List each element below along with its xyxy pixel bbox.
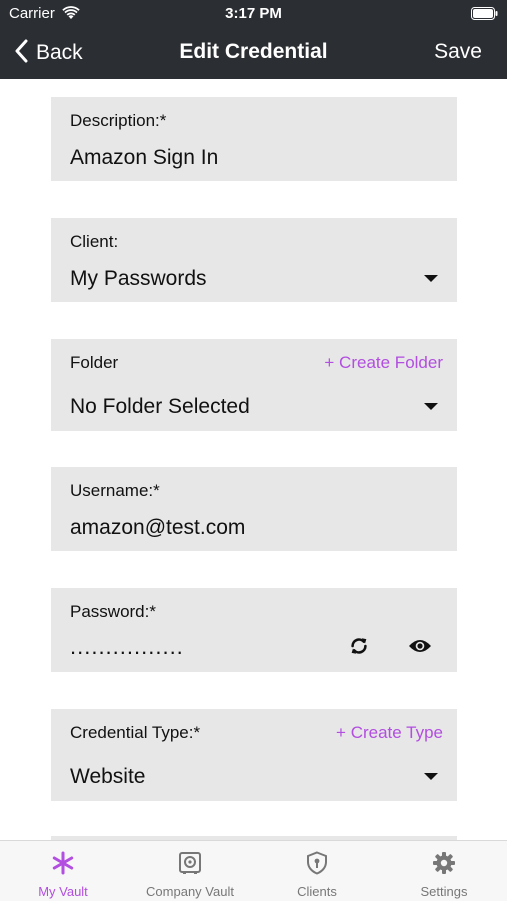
- tab-settings[interactable]: Settings: [381, 841, 507, 901]
- password-field[interactable]: Password:* ................: [51, 588, 457, 672]
- tab-clients-label: Clients: [297, 884, 337, 899]
- tab-my-vault-label: My Vault: [38, 884, 88, 899]
- username-value[interactable]: amazon@test.com: [70, 516, 245, 540]
- back-label: Back: [36, 41, 83, 64]
- description-label: Description:*: [70, 111, 167, 130]
- caret-down-icon[interactable]: [424, 773, 438, 780]
- save-button[interactable]: Save: [434, 40, 482, 64]
- navigation-bar: Back Edit Credential Save: [0, 28, 507, 79]
- asterisk-icon: [51, 851, 75, 880]
- create-type-link[interactable]: + Create Type: [336, 723, 443, 743]
- tab-company-vault-label: Company Vault: [146, 884, 234, 899]
- password-value[interactable]: ................: [70, 634, 184, 660]
- username-field[interactable]: Username:* amazon@test.com: [51, 467, 457, 551]
- password-label: Password:*: [70, 602, 156, 621]
- caret-down-icon[interactable]: [424, 275, 438, 282]
- folder-label: Folder: [70, 353, 119, 372]
- client-label: Client:: [70, 232, 119, 251]
- chevron-left-icon: [14, 39, 28, 68]
- shield-lock-icon: [305, 851, 329, 880]
- eye-icon[interactable]: [408, 637, 432, 660]
- gear-icon: [432, 851, 456, 880]
- caret-down-icon[interactable]: [424, 403, 438, 410]
- clock: 3:17 PM: [225, 5, 282, 22]
- tab-clients[interactable]: Clients: [254, 841, 380, 901]
- tab-settings-label: Settings: [420, 884, 468, 899]
- credential-type-select[interactable]: Credential Type:* + Create Type Website: [51, 709, 457, 801]
- battery-icon: [471, 7, 498, 20]
- client-select[interactable]: Client: My Passwords: [51, 218, 457, 302]
- back-button[interactable]: Back: [14, 38, 83, 68]
- vault-icon: [178, 851, 202, 880]
- refresh-icon[interactable]: [348, 635, 370, 662]
- folder-value[interactable]: No Folder Selected: [70, 395, 250, 419]
- description-field[interactable]: Description:* Amazon Sign In: [51, 97, 457, 181]
- username-label: Username:*: [70, 481, 160, 500]
- credential-type-label: Credential Type:*: [70, 723, 201, 742]
- tab-bar: My Vault Company Vault Clients Settings: [0, 840, 507, 901]
- description-value[interactable]: Amazon Sign In: [70, 146, 218, 170]
- create-folder-link[interactable]: + Create Folder: [324, 353, 443, 373]
- folder-select[interactable]: Folder + Create Folder No Folder Selecte…: [51, 339, 457, 431]
- tab-my-vault[interactable]: My Vault: [0, 841, 126, 901]
- status-bar: Carrier 3:17 PM: [0, 0, 507, 28]
- credential-type-value[interactable]: Website: [70, 765, 145, 789]
- client-value[interactable]: My Passwords: [70, 267, 207, 291]
- app-header: Carrier 3:17 PM Back Edit Credential Sav…: [0, 0, 507, 79]
- tab-company-vault[interactable]: Company Vault: [127, 841, 253, 901]
